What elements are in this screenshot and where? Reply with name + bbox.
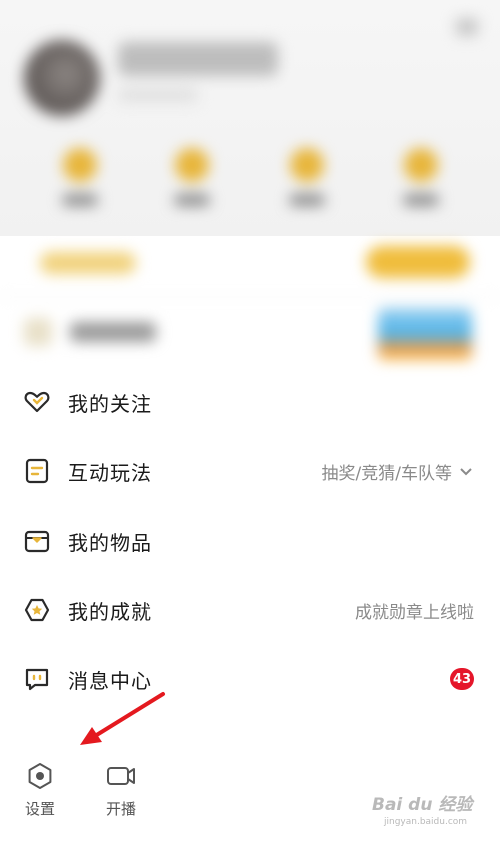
stat-icon [175, 148, 209, 182]
menu-item-achievements[interactable]: 我的成就 成就勋章上线啦 [0, 584, 500, 636]
menu-item-message-center[interactable]: 消息中心 43 [0, 653, 500, 705]
stat-icon [404, 148, 438, 182]
menu-item-label: 我的成就 [68, 599, 152, 624]
task-label-blurred [70, 322, 156, 342]
unread-badge: 43 [450, 668, 474, 690]
stat-label-blurred [174, 194, 210, 206]
chevron-down-icon [460, 468, 472, 476]
header-corner-icon[interactable] [456, 18, 478, 36]
stat-icon [63, 148, 97, 182]
menu-item-my-items[interactable]: 我的物品 [0, 515, 500, 567]
menu-item-label: 互动玩法 [68, 460, 152, 485]
stat-label-blurred [62, 194, 98, 206]
task-icon-blurred [24, 318, 52, 346]
broadcast-label: 开播 [105, 800, 136, 818]
menu-item-hint: 抽奖/竞猜/车队等 [322, 459, 474, 484]
heart-icon [23, 388, 51, 416]
stat-item[interactable] [172, 148, 212, 206]
video-camera-icon [91, 760, 151, 792]
stat-item[interactable] [287, 148, 327, 206]
avatar[interactable] [24, 40, 100, 116]
menu-item-label: 我的物品 [68, 530, 152, 555]
task-image-blurred[interactable] [378, 308, 472, 360]
box-icon [23, 527, 51, 555]
menu-item-label: 我的关注 [68, 391, 152, 416]
watermark-brand: Bai du 经验 [372, 795, 473, 815]
settings-button[interactable]: 设置 [10, 760, 70, 819]
promo-banner-button-blurred[interactable] [366, 246, 470, 278]
watermark-url: jingyan.baidu.com [384, 817, 468, 827]
card-icon [23, 457, 51, 485]
menu-item-interactive-play[interactable]: 互动玩法 抽奖/竞猜/车队等 [0, 445, 500, 497]
username-blurred [118, 42, 278, 76]
watermark: Bai du 经验 jingyan.baidu.com [372, 790, 494, 840]
stat-item[interactable] [401, 148, 441, 206]
divider [0, 296, 500, 298]
gear-icon [10, 760, 70, 792]
settings-label: 设置 [24, 800, 55, 818]
stat-item[interactable] [60, 148, 100, 206]
menu-item-hint: 成就勋章上线啦 [355, 598, 474, 623]
stat-label-blurred [289, 194, 325, 206]
user-subtitle-blurred [118, 88, 198, 102]
stat-label-blurred [403, 194, 439, 206]
menu-item-hint-text: 抽奖/竞猜/车队等 [321, 463, 452, 484]
menu-item-follow[interactable]: 我的关注 [0, 376, 500, 428]
profile-header [0, 0, 500, 236]
stat-icon [290, 148, 324, 182]
promo-banner-text-blurred [40, 252, 136, 274]
menu-item-label: 消息中心 [68, 668, 152, 693]
start-broadcast-button[interactable]: 开播 [91, 760, 151, 819]
menu-item-hint-text: 成就勋章上线啦 [355, 602, 474, 623]
hexagon-star-icon [23, 596, 51, 624]
message-icon [23, 665, 51, 693]
